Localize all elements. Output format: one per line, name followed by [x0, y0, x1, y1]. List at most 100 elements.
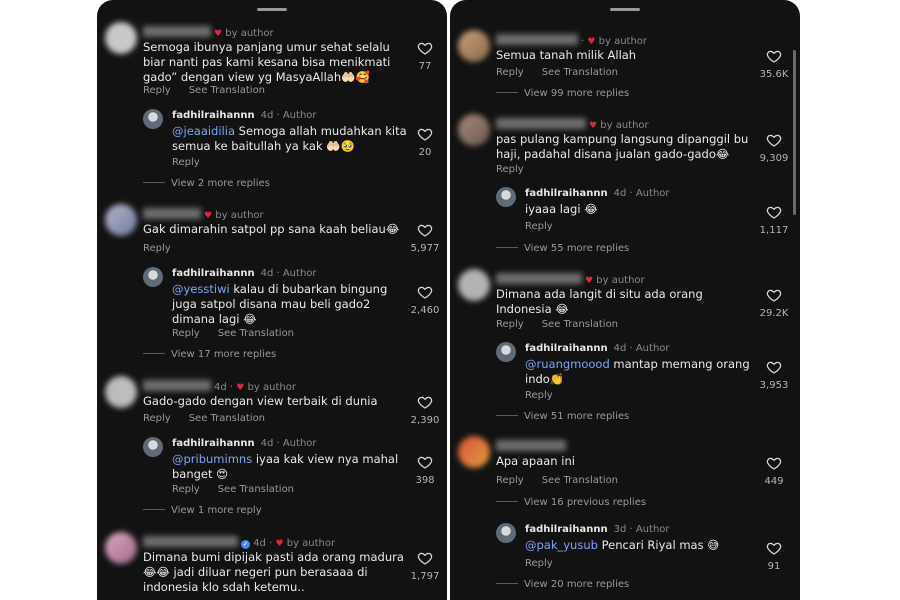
avatar[interactable] — [458, 269, 490, 301]
view-more-replies-button[interactable]: View 17 more replies — [143, 349, 276, 360]
username-blurred[interactable] — [143, 380, 211, 391]
avatar[interactable] — [105, 204, 137, 236]
comment-actions: Reply See Translation — [496, 67, 618, 78]
avatar[interactable] — [458, 114, 490, 146]
mention-link[interactable]: @yesstiwi — [172, 282, 230, 296]
comments-panel-right[interactable]: · ♥ by author Semua tanah milik Allah Re… — [450, 0, 800, 600]
by-author-label: by author — [596, 275, 645, 286]
username-blurred[interactable] — [143, 26, 211, 37]
comment-actions: Reply — [143, 243, 171, 254]
like-button[interactable]: 3,953 — [754, 359, 794, 391]
reply-button[interactable]: Reply — [525, 221, 553, 232]
username-blurred[interactable] — [496, 440, 566, 451]
mention-link[interactable]: @ruangmoood — [525, 357, 610, 371]
view-more-replies-button[interactable]: View 2 more replies — [143, 178, 270, 189]
heart-outline-icon — [766, 50, 782, 63]
reply-button[interactable]: Reply — [496, 319, 524, 330]
avatar[interactable] — [105, 532, 137, 564]
like-button[interactable]: 1,117 — [754, 204, 794, 236]
like-button[interactable]: 398 — [405, 454, 445, 486]
reply-username[interactable]: fadhilraihannn — [525, 188, 608, 199]
like-button[interactable]: 29.2K — [754, 287, 794, 319]
comment-header: ♥ by author — [143, 208, 264, 221]
avatar[interactable] — [496, 523, 516, 543]
reply-header: fadhilraihannn 4d · Author — [172, 110, 317, 121]
avatar[interactable] — [105, 376, 137, 408]
reply-username[interactable]: fadhilraihannn — [172, 268, 255, 279]
view-more-replies-button[interactable]: View 1 more reply — [143, 505, 262, 516]
comments-panel-left[interactable]: ♥ by author Semoga ibunya panjang umur s… — [97, 0, 447, 600]
username-blurred[interactable] — [143, 536, 238, 547]
reply-button[interactable]: Reply — [496, 475, 524, 486]
username-blurred[interactable] — [496, 34, 578, 45]
like-button[interactable]: 9,309 — [754, 132, 794, 164]
avatar[interactable] — [458, 30, 490, 62]
heart-outline-icon — [417, 286, 433, 299]
like-button[interactable]: 5,977 — [405, 222, 445, 254]
avatar[interactable] — [496, 342, 516, 362]
heart-filled-icon: ♥ — [587, 37, 596, 47]
username-blurred[interactable] — [496, 118, 586, 129]
reply-button[interactable]: Reply — [496, 164, 524, 175]
like-button[interactable]: 91 — [754, 540, 794, 572]
avatar[interactable] — [496, 187, 516, 207]
view-more-replies-button[interactable]: View 51 more replies — [496, 411, 629, 422]
reply-actions: Reply See Translation — [172, 484, 294, 495]
like-button[interactable]: 35.6K — [754, 48, 794, 80]
drag-handle[interactable] — [257, 8, 287, 11]
view-more-replies-button[interactable]: View 99 more replies — [496, 88, 629, 99]
mention-link[interactable]: @pak_yusub — [525, 538, 598, 552]
avatar[interactable] — [105, 22, 137, 54]
username-blurred[interactable] — [143, 208, 201, 219]
comment: ✓ 4d · ♥ by author — [97, 532, 447, 564]
mention-link[interactable]: @jeaaidilia — [172, 124, 235, 138]
reply-username[interactable]: fadhilraihannn — [172, 438, 255, 449]
reply-button[interactable]: Reply — [172, 157, 200, 168]
like-button[interactable]: 449 — [754, 455, 794, 487]
reply-button[interactable]: Reply — [496, 67, 524, 78]
reply: fadhilraihannn 4d · Author — [97, 267, 447, 287]
see-translation-button[interactable]: See Translation — [218, 328, 294, 339]
see-translation-button[interactable]: See Translation — [189, 413, 265, 424]
like-button[interactable]: 2,460 — [405, 284, 445, 316]
like-count: 77 — [418, 61, 432, 72]
reply-button[interactable]: Reply — [172, 328, 200, 339]
see-translation-button[interactable]: See Translation — [542, 67, 618, 78]
reply-text: @jeaaidilia Semoga allah mudahkan kita s… — [172, 124, 407, 153]
avatar[interactable] — [143, 109, 163, 129]
heart-filled-icon: ♥ — [275, 539, 284, 549]
reply-username[interactable]: fadhilraihannn — [172, 110, 255, 121]
drag-handle[interactable] — [610, 8, 640, 11]
like-button[interactable]: 20 — [405, 126, 445, 158]
see-translation-button[interactable]: See Translation — [542, 319, 618, 330]
comment-text: Dimana ada langit di situ ada orang Indo… — [496, 287, 703, 316]
reply-text: @yesstiwi kalau di bubarkan bingung juga… — [172, 282, 388, 326]
view-more-replies-button[interactable]: View 55 more replies — [496, 243, 629, 254]
mention-link[interactable]: @pribumimns — [172, 452, 252, 466]
like-count: 5,977 — [410, 243, 440, 254]
see-translation-button[interactable]: See Translation — [218, 484, 294, 495]
avatar[interactable] — [143, 437, 163, 457]
avatar[interactable] — [143, 267, 163, 287]
see-translation-button[interactable]: See Translation — [542, 475, 618, 486]
reply-time: 4d — [260, 268, 274, 279]
avatar[interactable] — [458, 436, 490, 468]
like-button[interactable]: 77 — [405, 40, 445, 72]
username-blurred[interactable] — [496, 273, 582, 284]
reply-button[interactable]: Reply — [525, 390, 553, 401]
reply-button[interactable]: Reply — [143, 85, 171, 96]
reply-button[interactable]: Reply — [172, 484, 200, 495]
like-button[interactable]: 1,797 — [405, 550, 445, 582]
reply-button[interactable]: Reply — [143, 243, 171, 254]
reply-username[interactable]: fadhilraihannn — [525, 524, 608, 535]
see-translation-button[interactable]: See Translation — [189, 85, 265, 96]
reply-button[interactable]: Reply — [143, 413, 171, 424]
heart-outline-icon — [766, 542, 782, 555]
like-count: 20 — [418, 147, 432, 158]
reply-button[interactable]: Reply — [525, 558, 553, 569]
like-button[interactable]: 2,390 — [405, 394, 445, 426]
view-previous-replies-button[interactable]: View 16 previous replies — [496, 497, 646, 508]
heart-filled-icon: ♥ — [236, 383, 245, 393]
reply-username[interactable]: fadhilraihannn — [525, 343, 608, 354]
view-more-replies-button[interactable]: View 20 more replies — [496, 579, 629, 590]
